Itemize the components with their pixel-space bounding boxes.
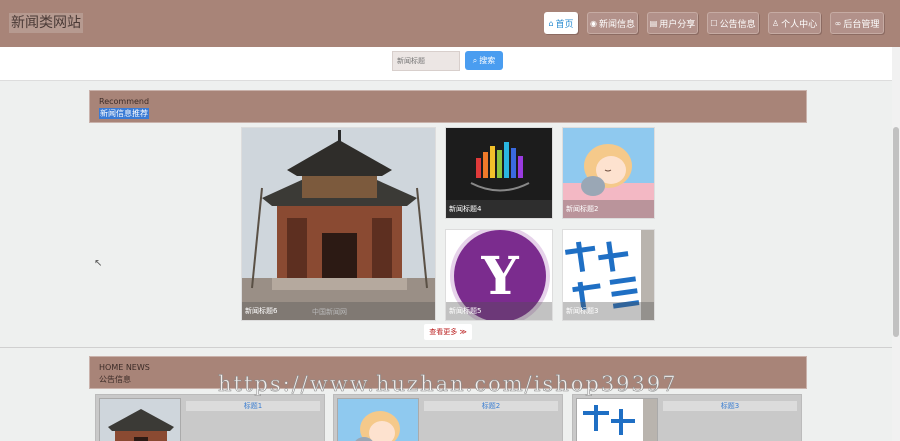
card-thumbnail	[576, 398, 658, 441]
nav-admin[interactable]: ∞ 后台管理	[830, 12, 884, 34]
section-title-cn: 公告信息	[99, 375, 131, 384]
nav-notice[interactable]: ☐ 公告信息	[707, 12, 759, 34]
news-photo-equalizer[interactable]: 新闻标题4	[445, 127, 553, 219]
news-caption: 新闻标题3	[563, 302, 654, 320]
news-photo-info[interactable]: 新闻标题3	[562, 229, 655, 321]
nav-home[interactable]: ⌂ 首页	[544, 12, 578, 34]
section-title-cn: 新闻信息推荐	[99, 108, 149, 119]
search-icon: ⌕	[472, 55, 478, 65]
news-caption: 新闻标题4	[446, 200, 552, 218]
site-title[interactable]: 新闻类网站	[9, 13, 83, 33]
card-thumbnail	[99, 398, 181, 441]
view-more-button[interactable]: 查看更多 ≫	[424, 324, 472, 340]
news-caption: 新闻标题5	[446, 302, 552, 320]
scrollbar-thumb[interactable]	[893, 127, 899, 337]
pagoda-image	[242, 128, 435, 320]
news-photo-large[interactable]: 中国新闻网 新闻标题6	[241, 127, 436, 321]
card-title: 标题1	[186, 401, 320, 411]
svg-text:Y: Y	[480, 246, 519, 307]
news-icon: ◉	[590, 18, 597, 28]
notice-card-2[interactable]: 标题2	[333, 394, 563, 441]
nav-share[interactable]: ▤ 用户分享	[647, 12, 698, 34]
share-icon: ▤	[649, 18, 658, 28]
recommend-section-header: Recommend 新闻信息推荐	[89, 90, 807, 123]
notice-icon: ☐	[710, 18, 718, 28]
nav-user-center[interactable]: ♙ 个人中心	[768, 12, 821, 34]
card-thumbnail	[337, 398, 419, 441]
home-icon: ⌂	[548, 18, 554, 28]
notice-card-3[interactable]: 标题3	[572, 394, 802, 441]
search-input[interactable]	[392, 51, 460, 71]
search-bar: ⌕搜索	[0, 47, 900, 81]
section-divider	[0, 347, 900, 348]
section-title-en: HOME NEWS	[99, 363, 150, 372]
nav-news[interactable]: ◉ 新闻信息	[587, 12, 638, 34]
news-photo-yahoo[interactable]: Y 新闻标题5	[445, 229, 553, 321]
news-caption: 新闻标题6	[242, 302, 435, 320]
news-caption: 新闻标题2	[563, 200, 654, 218]
mouse-cursor-icon: ↖	[94, 258, 103, 269]
user-icon: ♙	[771, 18, 780, 28]
card-title: 标题3	[663, 401, 797, 411]
search-button[interactable]: ⌕ 搜索	[465, 51, 503, 70]
card-title: 标题2	[424, 401, 558, 411]
notice-card-1[interactable]: 标题1	[95, 394, 325, 441]
page-scrollbar[interactable]	[892, 47, 900, 441]
section-title-en: Recommend	[99, 97, 150, 106]
news-photo-girl[interactable]: 新闻标题2	[562, 127, 655, 219]
site-watermark: https://www.huzhan.com/ishop39397	[218, 372, 678, 397]
top-header: 新闻类网站 ⌂ 首页 ◉ 新闻信息 ▤ 用户分享 ☐ 公告信息 ♙ 个人中心 ∞ 后台管理	[0, 0, 900, 47]
link-icon: ∞	[834, 18, 842, 28]
